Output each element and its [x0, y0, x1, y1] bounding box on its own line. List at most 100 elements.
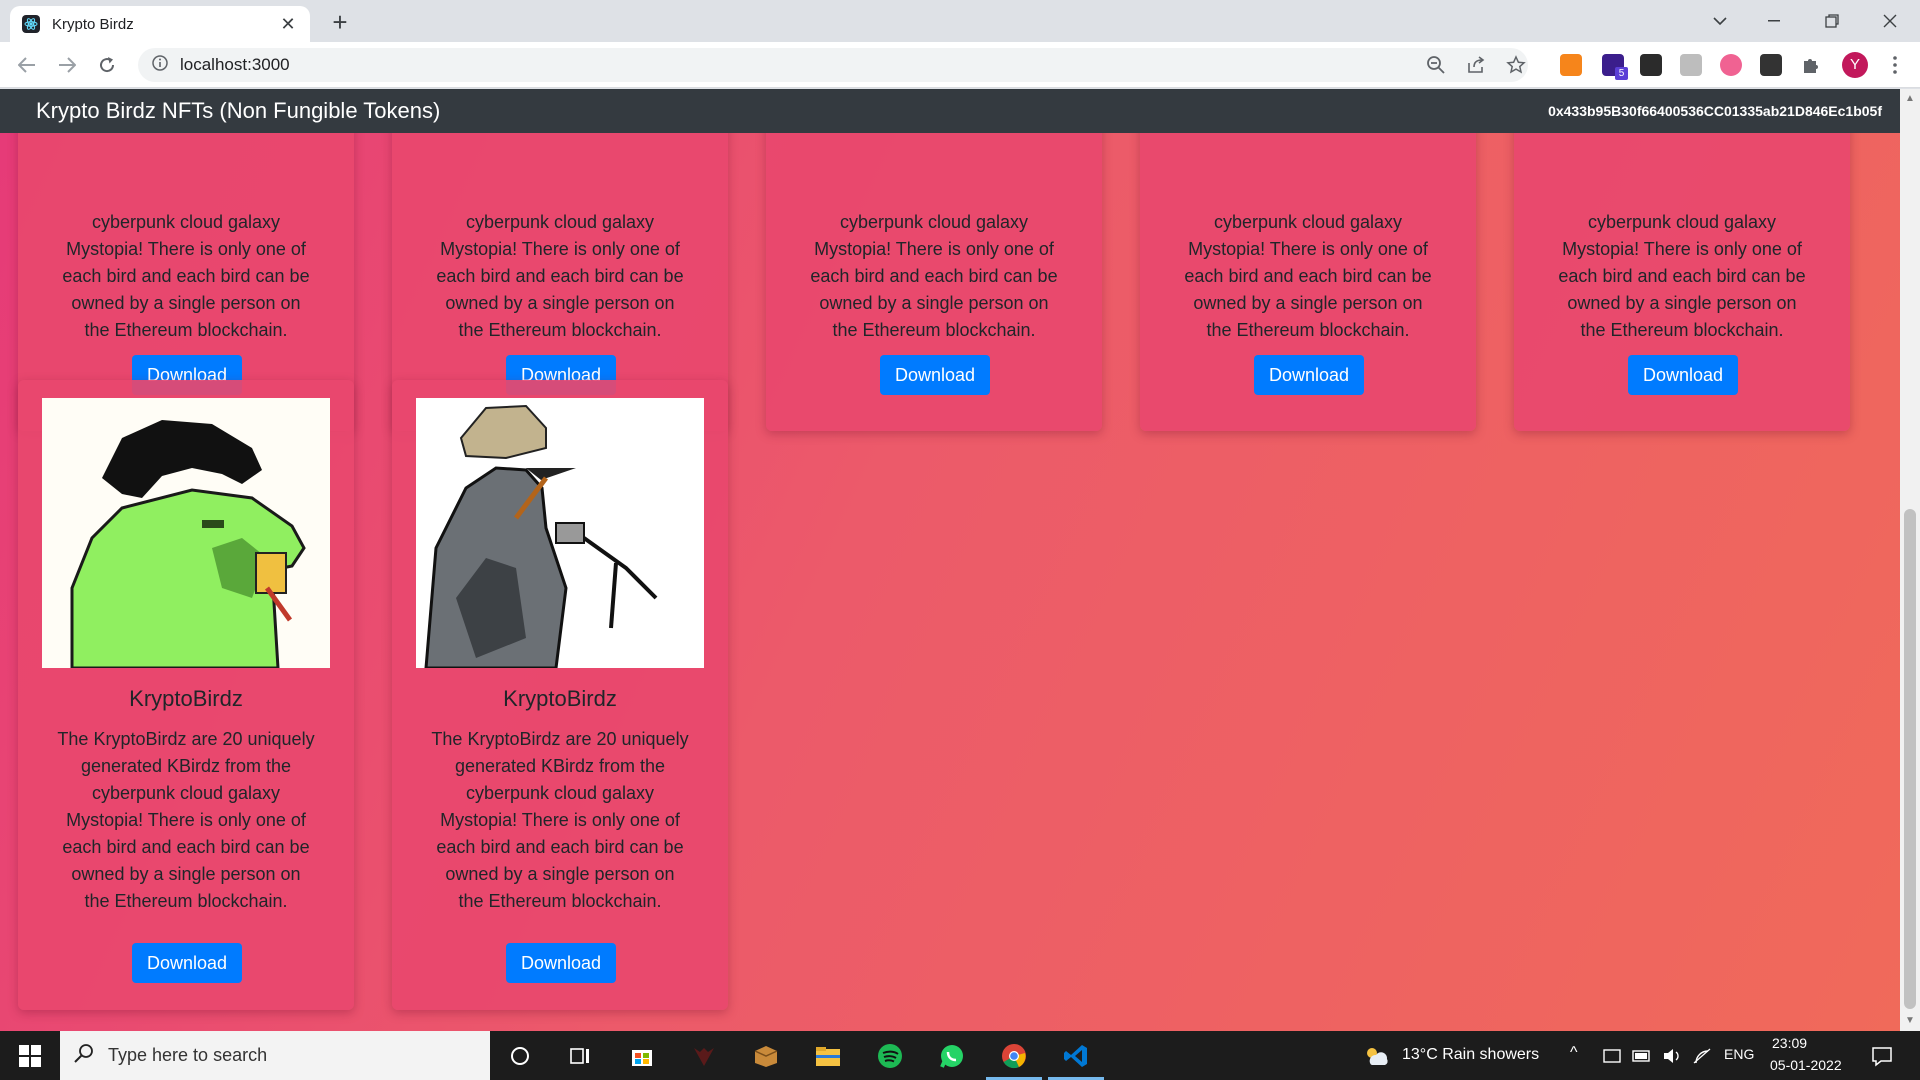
card-text-line: Mystopia! There is only one of [440, 239, 680, 259]
volume-icon[interactable] [1656, 1040, 1688, 1072]
tray-chevron-icon[interactable]: ^ [1570, 1044, 1578, 1062]
card-description: The KryptoBirdz are 20 uniquely generate… [430, 726, 690, 915]
browser-menu-icon[interactable] [1884, 54, 1906, 76]
card-title: KryptoBirdz [129, 686, 243, 711]
nft-card: KryptoBirdz The KryptoBirdz are 20 uniqu… [392, 380, 728, 1010]
restore-button[interactable] [1804, 0, 1860, 42]
close-window-button[interactable] [1862, 0, 1918, 42]
search-icon [74, 1043, 94, 1068]
card-text-line: each bird and each bird can be [62, 266, 310, 286]
task-view-icon[interactable] [564, 1040, 596, 1072]
card-text-line: Mystopia! There is only one of [814, 239, 1054, 259]
extensions-puzzle-icon[interactable] [1800, 54, 1822, 76]
clock-time[interactable]: 23:09 [1772, 1035, 1807, 1051]
target-extension-icon[interactable] [1720, 54, 1742, 76]
card-text-line: cyberpunk cloud galaxy [91, 783, 281, 803]
forward-arrow-icon[interactable] [52, 50, 82, 80]
card-text-line: The KryptoBirdz are 20 uniquely [431, 729, 689, 749]
tab-search-chevron-icon[interactable] [1692, 0, 1748, 42]
nft-image-grey-bird [416, 398, 704, 668]
new-tab-button[interactable]: + [326, 8, 354, 36]
card-text-line: owned by a single person on [1193, 293, 1423, 313]
card-text-line: each bird and each bird can be [436, 837, 684, 857]
vscode-icon[interactable] [1060, 1040, 1092, 1072]
share-icon[interactable] [1466, 55, 1486, 75]
spotify-icon[interactable] [874, 1040, 906, 1072]
browser-tab[interactable]: Krypto Birdz ✕ [10, 6, 310, 42]
reload-icon[interactable] [92, 50, 122, 80]
battery-icon[interactable] [1626, 1040, 1658, 1072]
tab-close-icon[interactable]: ✕ [278, 14, 298, 35]
whatsapp-icon[interactable] [936, 1040, 968, 1072]
brand-title[interactable]: Krypto Birdz NFTs (Non Fungible Tokens) [36, 98, 440, 124]
microsoft-store-icon[interactable] [626, 1040, 658, 1072]
weather-text[interactable]: 13°C Rain showers [1402, 1046, 1539, 1064]
cortana-icon[interactable] [504, 1040, 536, 1072]
extension-badge: 5 [1615, 67, 1628, 80]
card-description: The KryptoBirdz are 20 uniquely generate… [56, 726, 316, 915]
download-button[interactable]: Download [132, 943, 242, 983]
file-explorer-icon[interactable] [812, 1040, 844, 1072]
page-scrollbar[interactable]: ▲ ▼ [1900, 89, 1920, 1031]
card-description: cyberpunk cloud galaxy Mystopia! There i… [56, 209, 316, 344]
notification-center-icon[interactable] [1866, 1040, 1898, 1072]
css-extension-icon[interactable] [1760, 54, 1782, 76]
card-text-line: each bird and each bird can be [62, 837, 310, 857]
card-description: cyberpunk cloud galaxy Mystopia! There i… [804, 209, 1064, 344]
card-text-line: generated KBirdz from the [80, 756, 292, 776]
address-bar[interactable]: localhost:3000 [138, 48, 1528, 82]
nft-card: cyberpunk cloud galaxy Mystopia! There i… [1514, 89, 1850, 431]
card-description: cyberpunk cloud galaxy Mystopia! There i… [430, 209, 690, 344]
weather-icon[interactable] [1360, 1040, 1392, 1072]
taskbar-search-box[interactable]: Type here to search [60, 1031, 490, 1080]
card-text-line: generated KBirdz from the [454, 756, 666, 776]
tray-app-icon[interactable] [1596, 1040, 1628, 1072]
card-text-line: owned by a single person on [1567, 293, 1797, 313]
download-button[interactable]: Download [880, 355, 990, 395]
card-text-line: the Ethereum blockchain. [458, 891, 662, 911]
card-text-line: owned by a single person on [71, 864, 301, 884]
language-indicator[interactable]: ENG [1724, 1046, 1754, 1062]
card-text-line: each bird and each bird can be [1184, 266, 1432, 286]
card-text-line: Mystopia! There is only one of [440, 810, 680, 830]
card-text-line: the Ethereum blockchain. [1206, 320, 1410, 340]
download-button[interactable]: Download [506, 943, 616, 983]
card-text-line: each bird and each bird can be [810, 266, 1058, 286]
predator-sense-icon[interactable] [688, 1040, 720, 1072]
card-text-line: the Ethereum blockchain. [1580, 320, 1784, 340]
grey-extension-icon[interactable] [1680, 54, 1702, 76]
browser-tabstrip: Krypto Birdz ✕ + [0, 0, 1920, 42]
site-info-icon[interactable] [152, 54, 168, 76]
package-app-icon[interactable] [750, 1040, 782, 1072]
lighthouse-extension-icon[interactable] [1640, 54, 1662, 76]
bookmark-star-icon[interactable] [1506, 55, 1526, 75]
wifi-icon[interactable] [1686, 1040, 1718, 1072]
card-text-line: the Ethereum blockchain. [84, 320, 288, 340]
nft-card: cyberpunk cloud galaxy Mystopia! There i… [766, 89, 1102, 431]
url-text: localhost:3000 [180, 55, 290, 74]
minimize-button[interactable] [1746, 0, 1802, 42]
metamask-extension-icon[interactable] [1560, 54, 1582, 76]
download-button[interactable]: Download [1254, 355, 1364, 395]
card-text-line: owned by a single person on [445, 864, 675, 884]
download-button[interactable]: Download [1628, 355, 1738, 395]
card-text-line: The KryptoBirdz are 20 uniquely [57, 729, 315, 749]
chrome-icon[interactable] [998, 1040, 1030, 1072]
windows-start-icon[interactable] [14, 1040, 46, 1072]
card-text-line: Mystopia! There is only one of [66, 239, 306, 259]
page-viewport: Krypto Birdz NFTs (Non Fungible Tokens) … [0, 89, 1920, 1031]
card-text-line: Mystopia! There is only one of [1188, 239, 1428, 259]
profile-avatar[interactable]: Y [1842, 52, 1868, 78]
card-description: cyberpunk cloud galaxy Mystopia! There i… [1178, 209, 1438, 344]
graduation-extension-icon[interactable]: 5 [1602, 54, 1628, 80]
zoom-icon[interactable] [1426, 55, 1446, 75]
scrollbar-thumb[interactable] [1904, 509, 1916, 1009]
card-text-line: each bird and each bird can be [436, 266, 684, 286]
scroll-down-arrow-icon[interactable]: ▼ [1904, 1015, 1916, 1027]
account-address: 0x433b95B30f66400536CC01335ab21D846Ec1b0… [1548, 103, 1882, 119]
back-arrow-icon[interactable] [12, 50, 42, 80]
clock-date[interactable]: 05-01-2022 [1770, 1057, 1842, 1073]
react-favicon-icon [22, 15, 40, 33]
card-text-line: the Ethereum blockchain. [84, 891, 288, 911]
scroll-up-arrow-icon[interactable]: ▲ [1904, 93, 1916, 105]
